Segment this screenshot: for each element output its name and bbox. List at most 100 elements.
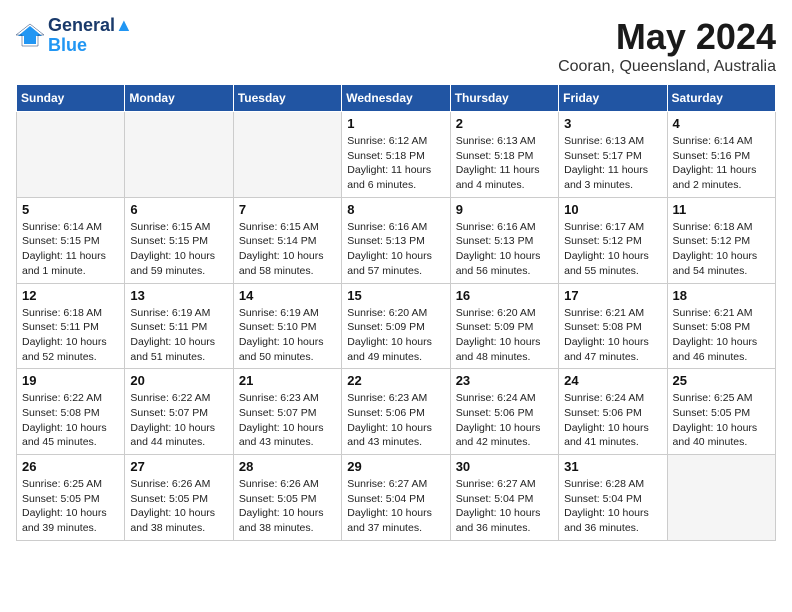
- calendar-week-row: 26 Sunrise: 6:25 AMSunset: 5:05 PMDayligh…: [17, 455, 776, 541]
- day-info: Sunrise: 6:27 AMSunset: 5:04 PMDaylight:…: [456, 477, 553, 536]
- day-number: 22: [347, 373, 444, 388]
- day-info: Sunrise: 6:13 AMSunset: 5:17 PMDaylight:…: [564, 134, 661, 193]
- calendar-cell: 22 Sunrise: 6:23 AMSunset: 5:06 PMDayligh…: [342, 369, 450, 455]
- day-info: Sunrise: 6:15 AMSunset: 5:15 PMDaylight:…: [130, 220, 227, 279]
- calendar-cell: 30 Sunrise: 6:27 AMSunset: 5:04 PMDayligh…: [450, 455, 558, 541]
- calendar-cell: 10Sunrise: 6:17 AMSunset: 5:12 PMDayligh…: [559, 197, 667, 283]
- day-number: 1: [347, 116, 444, 131]
- day-number: 5: [22, 202, 119, 217]
- logo: General▲ Blue: [16, 16, 133, 56]
- day-number: 17: [564, 288, 661, 303]
- calendar-cell: 6 Sunrise: 6:15 AMSunset: 5:15 PMDaylight…: [125, 197, 233, 283]
- calendar-cell: 19 Sunrise: 6:22 AMSunset: 5:08 PMDayligh…: [17, 369, 125, 455]
- title-block: May 2024 Cooran, Queensland, Australia: [558, 16, 776, 76]
- day-info: Sunrise: 6:25 AMSunset: 5:05 PMDaylight:…: [673, 391, 770, 450]
- day-info: Sunrise: 6:16 AMSunset: 5:13 PMDaylight:…: [347, 220, 444, 279]
- day-number: 27: [130, 459, 227, 474]
- day-info: Sunrise: 6:24 AMSunset: 5:06 PMDaylight:…: [456, 391, 553, 450]
- day-info: Sunrise: 6:21 AMSunset: 5:08 PMDaylight:…: [673, 306, 770, 365]
- day-info: Sunrise: 6:12 AMSunset: 5:18 PMDaylight:…: [347, 134, 444, 193]
- calendar-cell: 12Sunrise: 6:18 AMSunset: 5:11 PMDayligh…: [17, 283, 125, 369]
- day-number: 2: [456, 116, 553, 131]
- calendar-cell: 21 Sunrise: 6:23 AMSunset: 5:07 PMDayligh…: [233, 369, 341, 455]
- calendar-cell: 14 Sunrise: 6:19 AMSunset: 5:10 PMDayligh…: [233, 283, 341, 369]
- weekday-header-row: SundayMondayTuesdayWednesdayThursdayFrid…: [17, 85, 776, 112]
- weekday-header-tuesday: Tuesday: [233, 85, 341, 112]
- calendar-cell: 23 Sunrise: 6:24 AMSunset: 5:06 PMDayligh…: [450, 369, 558, 455]
- day-info: Sunrise: 6:26 AMSunset: 5:05 PMDaylight:…: [239, 477, 336, 536]
- day-number: 11: [673, 202, 770, 217]
- day-number: 9: [456, 202, 553, 217]
- day-number: 15: [347, 288, 444, 303]
- calendar-cell: 18 Sunrise: 6:21 AMSunset: 5:08 PMDayligh…: [667, 283, 775, 369]
- calendar-cell: 25 Sunrise: 6:25 AMSunset: 5:05 PMDayligh…: [667, 369, 775, 455]
- day-info: Sunrise: 6:22 AMSunset: 5:08 PMDaylight:…: [22, 391, 119, 450]
- calendar-cell: 28Sunrise: 6:26 AMSunset: 5:05 PMDayligh…: [233, 455, 341, 541]
- calendar-cell: 9 Sunrise: 6:16 AMSunset: 5:13 PMDaylight…: [450, 197, 558, 283]
- day-number: 6: [130, 202, 227, 217]
- day-info: Sunrise: 6:23 AMSunset: 5:07 PMDaylight:…: [239, 391, 336, 450]
- day-number: 24: [564, 373, 661, 388]
- calendar-cell: 26 Sunrise: 6:25 AMSunset: 5:05 PMDayligh…: [17, 455, 125, 541]
- weekday-header-friday: Friday: [559, 85, 667, 112]
- calendar-cell: 1 Sunrise: 6:12 AMSunset: 5:18 PMDaylight…: [342, 112, 450, 198]
- day-number: 20: [130, 373, 227, 388]
- logo-icon: [16, 22, 44, 50]
- day-number: 25: [673, 373, 770, 388]
- weekday-header-sunday: Sunday: [17, 85, 125, 112]
- day-info: Sunrise: 6:20 AMSunset: 5:09 PMDaylight:…: [456, 306, 553, 365]
- day-number: 4: [673, 116, 770, 131]
- day-info: Sunrise: 6:19 AMSunset: 5:11 PMDaylight:…: [130, 306, 227, 365]
- day-info: Sunrise: 6:18 AMSunset: 5:11 PMDaylight:…: [22, 306, 119, 365]
- day-number: 19: [22, 373, 119, 388]
- page-header: General▲ Blue May 2024 Cooran, Queenslan…: [16, 16, 776, 76]
- calendar-cell: 13Sunrise: 6:19 AMSunset: 5:11 PMDayligh…: [125, 283, 233, 369]
- day-number: 30: [456, 459, 553, 474]
- month-year-title: May 2024: [558, 16, 776, 58]
- calendar-cell: 24 Sunrise: 6:24 AMSunset: 5:06 PMDayligh…: [559, 369, 667, 455]
- day-info: Sunrise: 6:23 AMSunset: 5:06 PMDaylight:…: [347, 391, 444, 450]
- weekday-header-saturday: Saturday: [667, 85, 775, 112]
- day-info: Sunrise: 6:24 AMSunset: 5:06 PMDaylight:…: [564, 391, 661, 450]
- calendar-cell: 27 Sunrise: 6:26 AMSunset: 5:05 PMDayligh…: [125, 455, 233, 541]
- day-number: 3: [564, 116, 661, 131]
- day-info: Sunrise: 6:27 AMSunset: 5:04 PMDaylight:…: [347, 477, 444, 536]
- day-info: Sunrise: 6:15 AMSunset: 5:14 PMDaylight:…: [239, 220, 336, 279]
- day-number: 14: [239, 288, 336, 303]
- weekday-header-thursday: Thursday: [450, 85, 558, 112]
- calendar-cell: 5 Sunrise: 6:14 AMSunset: 5:15 PMDaylight…: [17, 197, 125, 283]
- day-number: 7: [239, 202, 336, 217]
- location-subtitle: Cooran, Queensland, Australia: [558, 58, 776, 76]
- day-info: Sunrise: 6:14 AMSunset: 5:16 PMDaylight:…: [673, 134, 770, 193]
- calendar-cell: 3 Sunrise: 6:13 AMSunset: 5:17 PMDaylight…: [559, 112, 667, 198]
- calendar-week-row: 1 Sunrise: 6:12 AMSunset: 5:18 PMDaylight…: [17, 112, 776, 198]
- day-info: Sunrise: 6:26 AMSunset: 5:05 PMDaylight:…: [130, 477, 227, 536]
- logo-text: General▲ Blue: [48, 16, 133, 56]
- weekday-header-monday: Monday: [125, 85, 233, 112]
- day-number: 26: [22, 459, 119, 474]
- calendar-cell: 29 Sunrise: 6:27 AMSunset: 5:04 PMDayligh…: [342, 455, 450, 541]
- day-info: Sunrise: 6:14 AMSunset: 5:15 PMDaylight:…: [22, 220, 119, 279]
- day-info: Sunrise: 6:19 AMSunset: 5:10 PMDaylight:…: [239, 306, 336, 365]
- day-info: Sunrise: 6:17 AMSunset: 5:12 PMDaylight:…: [564, 220, 661, 279]
- calendar-cell: [17, 112, 125, 198]
- day-number: 18: [673, 288, 770, 303]
- day-number: 31: [564, 459, 661, 474]
- day-number: 8: [347, 202, 444, 217]
- day-number: 16: [456, 288, 553, 303]
- day-info: Sunrise: 6:13 AMSunset: 5:18 PMDaylight:…: [456, 134, 553, 193]
- calendar-cell: 7 Sunrise: 6:15 AMSunset: 5:14 PMDaylight…: [233, 197, 341, 283]
- calendar-week-row: 19 Sunrise: 6:22 AMSunset: 5:08 PMDayligh…: [17, 369, 776, 455]
- calendar-cell: 20 Sunrise: 6:22 AMSunset: 5:07 PMDayligh…: [125, 369, 233, 455]
- day-info: Sunrise: 6:16 AMSunset: 5:13 PMDaylight:…: [456, 220, 553, 279]
- calendar-cell: [667, 455, 775, 541]
- day-number: 29: [347, 459, 444, 474]
- day-info: Sunrise: 6:22 AMSunset: 5:07 PMDaylight:…: [130, 391, 227, 450]
- calendar-cell: 31Sunrise: 6:28 AMSunset: 5:04 PMDayligh…: [559, 455, 667, 541]
- calendar-cell: 4 Sunrise: 6:14 AMSunset: 5:16 PMDaylight…: [667, 112, 775, 198]
- day-info: Sunrise: 6:25 AMSunset: 5:05 PMDaylight:…: [22, 477, 119, 536]
- day-number: 23: [456, 373, 553, 388]
- day-number: 21: [239, 373, 336, 388]
- calendar-table: SundayMondayTuesdayWednesdayThursdayFrid…: [16, 84, 776, 541]
- calendar-cell: [125, 112, 233, 198]
